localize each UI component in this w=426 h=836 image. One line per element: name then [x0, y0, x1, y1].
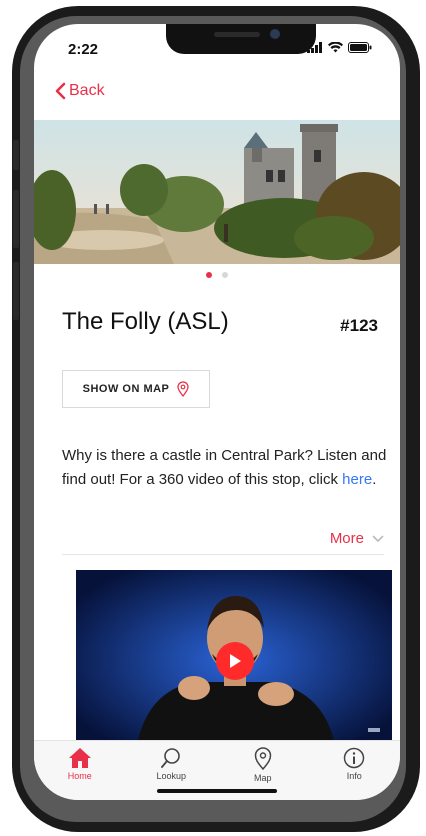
tab-map-label: Map — [253, 773, 272, 783]
tab-home-label: Home — [67, 771, 92, 781]
stop-title: The Folly (ASL) — [62, 308, 229, 335]
video-link[interactable]: here — [342, 471, 372, 488]
hero-image[interactable] — [34, 120, 400, 264]
play-button[interactable] — [216, 642, 254, 680]
tab-info-label: Info — [346, 771, 362, 781]
carousel-dot[interactable] — [222, 272, 228, 278]
wifi-icon — [328, 42, 343, 53]
status-icons — [307, 42, 372, 53]
signal-icon — [307, 42, 322, 53]
tab-lookup-label: Lookup — [156, 771, 187, 781]
description-text: Why is there a castle in Central Park? L… — [62, 447, 387, 488]
mute-switch — [13, 140, 19, 170]
carousel-dots — [34, 272, 400, 278]
battery-icon — [348, 42, 372, 53]
back-button[interactable]: Back — [54, 82, 105, 100]
stop-number: #123 — [340, 316, 378, 335]
tab-info[interactable]: Info — [319, 747, 389, 800]
status-bar: 2:22 — [34, 24, 400, 72]
chevron-left-icon — [55, 82, 66, 100]
tab-home[interactable]: Home — [45, 747, 115, 800]
home-icon — [68, 748, 91, 768]
asl-video-player[interactable] — [76, 570, 392, 750]
volume-up-button — [13, 190, 19, 248]
status-time: 2:22 — [68, 41, 99, 58]
back-label: Back — [69, 82, 105, 99]
stop-description: Why is there a castle in Central Park? L… — [62, 444, 392, 492]
show-on-map-button[interactable]: SHOW ON MAP — [62, 370, 210, 408]
phone-screen: 2:22 Back The Folly (ASL) #123 SHOW ON M… — [34, 24, 400, 800]
carousel-dot-active[interactable] — [206, 272, 212, 278]
play-icon — [230, 654, 241, 668]
description-end: . — [372, 471, 377, 488]
more-label: More — [329, 530, 364, 547]
map-pin-icon — [177, 381, 190, 397]
castle-photo — [34, 120, 400, 264]
divider — [62, 554, 384, 555]
home-indicator[interactable] — [157, 789, 277, 793]
volume-down-button — [13, 262, 19, 320]
search-icon — [161, 748, 181, 768]
stage: 2:22 Back The Folly (ASL) #123 SHOW ON M… — [0, 0, 426, 836]
chevron-down-icon — [372, 535, 384, 542]
info-icon — [344, 747, 365, 769]
more-button[interactable]: More — [330, 530, 384, 547]
map-pin-icon — [254, 747, 272, 771]
show-on-map-label: SHOW ON MAP — [82, 383, 170, 395]
